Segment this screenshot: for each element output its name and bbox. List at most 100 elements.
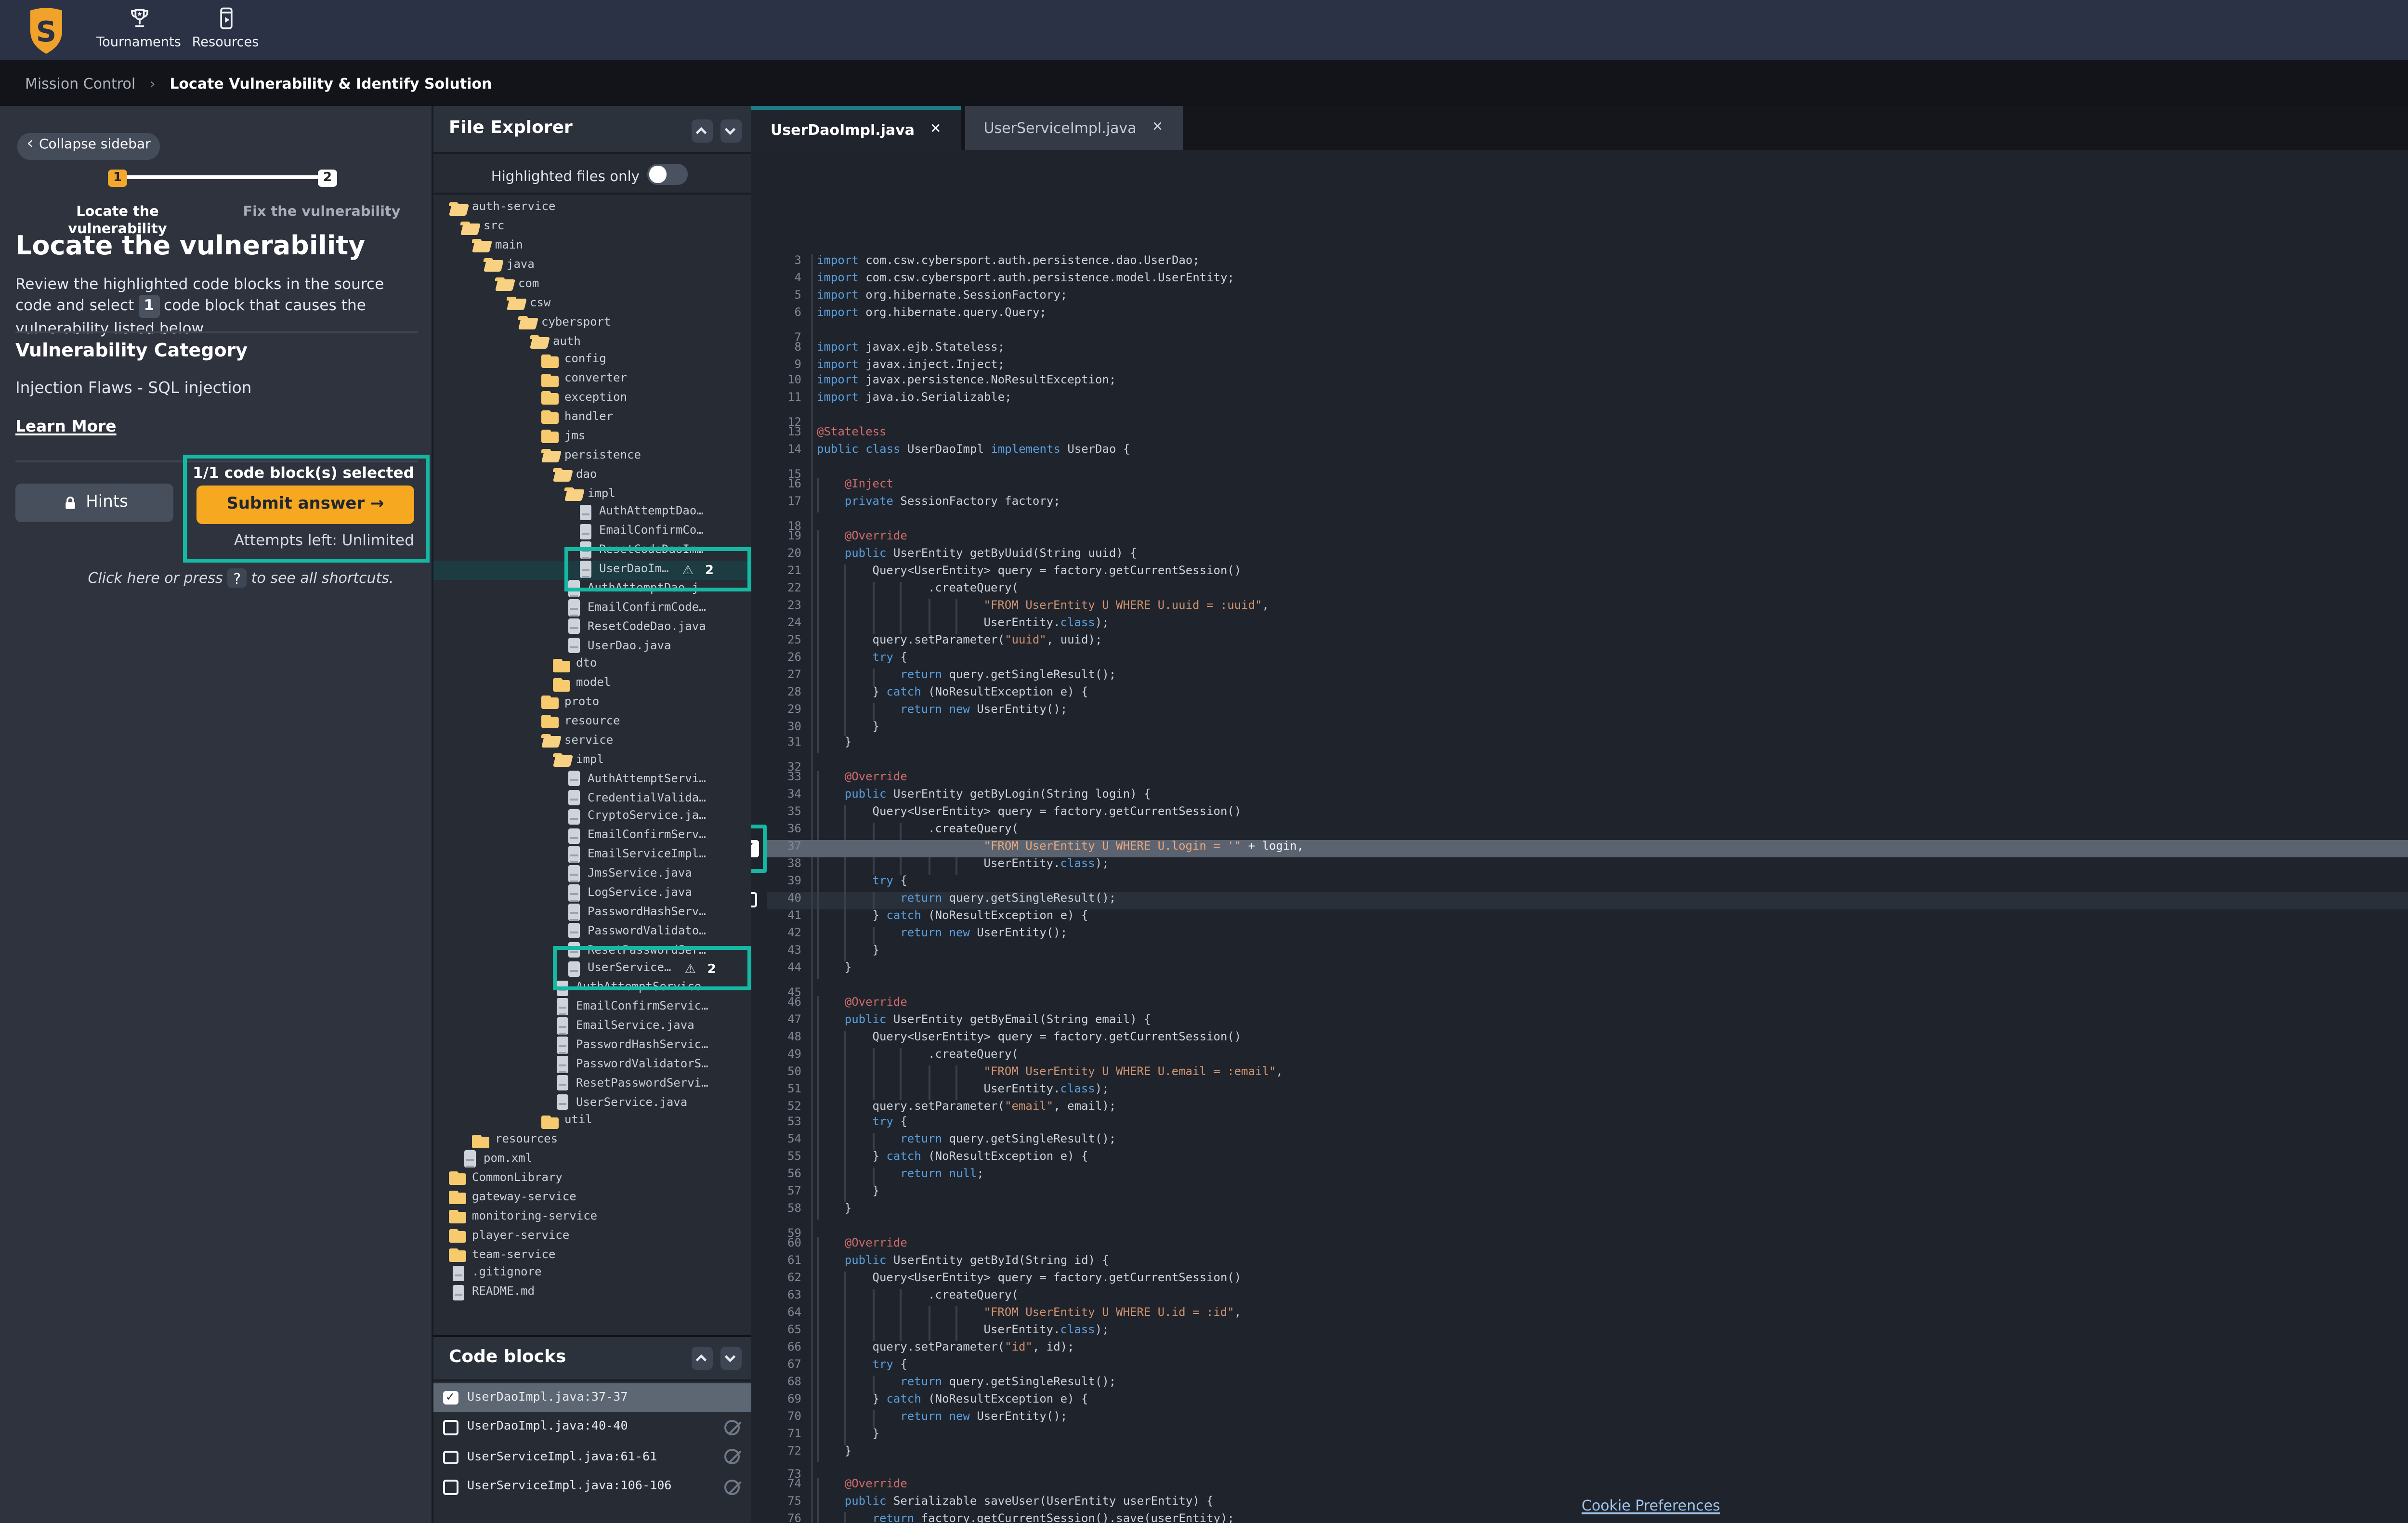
folder-icon — [449, 1190, 466, 1205]
tree-item-service[interactable]: service — [433, 731, 751, 750]
tree-item-resetpasswordservi-[interactable]: ResetPasswordServi… — [433, 1074, 751, 1093]
tree-item-resources[interactable]: resources — [433, 1131, 751, 1150]
tree-item-authattemptdao-[interactable]: AuthAttemptDao… — [433, 503, 751, 522]
scroll-down-button[interactable] — [720, 119, 742, 142]
tree-item-commonlibrary[interactable]: CommonLibrary — [433, 1169, 751, 1188]
tree-item-config[interactable]: config — [433, 351, 751, 370]
tree-item-emailconfirmservic-[interactable]: EmailConfirmServic… — [433, 998, 751, 1017]
tree-item-resetpasswordser-[interactable]: ResetPasswordSer… — [433, 941, 751, 960]
scroll-up-button[interactable] — [691, 1347, 713, 1369]
hints-button[interactable]: Hints — [15, 484, 173, 522]
folder-icon — [449, 1171, 466, 1185]
tree-item-authattemptdao-j-[interactable]: AuthAttemptDao.j… — [433, 579, 751, 598]
tree-item-logservice-java[interactable]: LogService.java — [433, 883, 751, 903]
tree-item-passwordvalidato-[interactable]: PasswordValidato… — [433, 921, 751, 941]
tree-item-team-service[interactable]: team-service — [433, 1245, 751, 1264]
tree-item-authattemptservice-[interactable]: AuthAttemptService… — [433, 979, 751, 998]
brand-logo-icon[interactable]: S — [25, 5, 67, 55]
tree-item-resetcodedaoim-[interactable]: ResetCodeDaoIm… — [433, 541, 751, 560]
chevron-left-icon: ‹ — [26, 135, 33, 154]
code-line-69: 69} catch (NoResultException e) { — [751, 1392, 2408, 1410]
tree-item-persistence[interactable]: persistence — [433, 446, 751, 465]
tree-item-model[interactable]: model — [433, 674, 751, 694]
folder-open-icon — [495, 277, 512, 291]
breadcrumb-mission-control[interactable]: Mission Control — [25, 74, 135, 92]
tree-item-auth[interactable]: auth — [433, 332, 751, 351]
tree-item-com[interactable]: com — [433, 275, 751, 294]
tree-item-emailserviceimpl-[interactable]: EmailServiceImpl… — [433, 845, 751, 865]
tree-item-auth-service[interactable]: auth-service — [433, 198, 751, 218]
close-icon[interactable]: ✕ — [1152, 120, 1164, 135]
tree-item-util[interactable]: util — [433, 1112, 751, 1131]
tree-item-cryptoservice-ja-[interactable]: CryptoService.ja… — [433, 807, 751, 827]
file-icon — [553, 1000, 570, 1014]
tree-item-pom-xml[interactable]: pom.xml — [433, 1150, 751, 1169]
learn-more-link[interactable]: Learn More — [15, 416, 117, 435]
tree-item-credentialvalida-[interactable]: CredentialValida… — [433, 788, 751, 808]
tree-item-gateway-service[interactable]: gateway-service — [433, 1188, 751, 1207]
code-block-item[interactable]: UserServiceImpl.java:61-61 — [433, 1442, 751, 1472]
highlighted-files-toggle[interactable] — [647, 164, 688, 184]
line-number: 66 — [751, 1340, 801, 1358]
tree-item-handler[interactable]: handler — [433, 408, 751, 427]
tab-userdaoimpl[interactable]: UserDaoImpl.java ✕ — [751, 106, 961, 149]
tree-item-java[interactable]: java — [433, 256, 751, 275]
tree-item-dao[interactable]: dao — [433, 465, 751, 484]
tree-item-userservice-java[interactable]: UserService.java — [433, 1093, 751, 1112]
folder-icon — [541, 372, 559, 386]
tree-item-src[interactable]: src — [433, 218, 751, 237]
line-number: 43 — [751, 944, 801, 961]
checkbox-unchecked[interactable] — [443, 1420, 458, 1434]
tree-item-player-service[interactable]: player-service — [433, 1226, 751, 1245]
shortcuts-hint[interactable]: Click here or press ? to see all shortcu… — [54, 568, 428, 588]
tree-item-jmsservice-java[interactable]: JmsService.java — [433, 865, 751, 884]
tree-item-cybersport[interactable]: cybersport — [433, 313, 751, 332]
tree-item-userservice-[interactable]: UserService…⚠2 — [433, 959, 751, 979]
cookie-preferences-link[interactable]: Cookie Preferences — [1582, 1497, 1720, 1514]
close-icon[interactable]: ✕ — [930, 122, 942, 137]
tree-item-impl[interactable]: impl — [433, 484, 751, 503]
tree-item-impl[interactable]: impl — [433, 750, 751, 770]
tree-item-resetcodedao-java[interactable]: ResetCodeDao.java — [433, 617, 751, 636]
tree-item-userdao-java[interactable]: UserDao.java — [433, 636, 751, 656]
scroll-down-button[interactable] — [720, 1347, 742, 1369]
tree-item-passwordvalidators-[interactable]: PasswordValidatorS… — [433, 1055, 751, 1074]
tree-item-exception[interactable]: exception — [433, 389, 751, 408]
code-block-item[interactable]: ✓UserDaoImpl.java:37-37 — [433, 1382, 751, 1412]
scroll-up-button[interactable] — [691, 119, 713, 142]
tree-item-resource[interactable]: resource — [433, 712, 751, 732]
tree-item-passwordhashservic-[interactable]: PasswordHashServic… — [433, 1036, 751, 1055]
tree-item-converter[interactable]: converter — [433, 370, 751, 389]
tree-item-main[interactable]: main — [433, 236, 751, 256]
tree-item-readme-md[interactable]: README.md — [433, 1283, 751, 1302]
checkbox-checked[interactable]: ✓ — [443, 1390, 458, 1405]
tree-item-proto[interactable]: proto — [433, 693, 751, 712]
tree-item-jms[interactable]: jms — [433, 427, 751, 446]
tree-item-csw[interactable]: csw — [433, 294, 751, 313]
code-line-76: 76return factory.getCurrentSession().sav… — [751, 1513, 2408, 1523]
nav-tournaments[interactable]: Tournaments — [94, 6, 183, 49]
checkbox-unchecked[interactable] — [443, 1480, 458, 1494]
tree-item-authattemptservi-[interactable]: AuthAttemptServi… — [433, 769, 751, 788]
code-line-49: 49.createQuery( — [751, 1048, 2408, 1065]
tree-item-dto[interactable]: dto — [433, 655, 751, 674]
submit-answer-button[interactable]: Submit answer → — [196, 485, 414, 523]
tree-item-label: pom.xml — [484, 1153, 532, 1166]
tree-item-emailconfirmcode-[interactable]: EmailConfirmCode… — [433, 598, 751, 617]
checkbox-unchecked[interactable] — [443, 1450, 458, 1464]
code-block-item[interactable]: UserServiceImpl.java:106-106 — [433, 1472, 751, 1502]
collapse-sidebar-button[interactable]: ‹Collapse sidebar — [17, 133, 160, 159]
tree-item-label: handler — [564, 410, 613, 424]
tab-userserviceimpl[interactable]: UserServiceImpl.java ✕ — [965, 106, 1183, 149]
file-icon — [553, 1095, 570, 1109]
tree-item--gitignore[interactable]: .gitignore — [433, 1264, 751, 1283]
tree-item-passwordhashserv-[interactable]: PasswordHashServ… — [433, 903, 751, 922]
tree-item-userdaoim-[interactable]: UserDaoIm…⚠2 — [433, 560, 751, 579]
tree-item-emailconfirmco-[interactable]: EmailConfirmCo… — [433, 522, 751, 541]
tree-item-emailservice-java[interactable]: EmailService.java — [433, 1017, 751, 1036]
tree-item-emailconfirmserv-[interactable]: EmailConfirmServ… — [433, 827, 751, 846]
code-line-16: 16@Inject — [751, 478, 2408, 496]
nav-resources[interactable]: Resources — [181, 6, 270, 49]
tree-item-monitoring-service[interactable]: monitoring-service — [433, 1207, 751, 1226]
code-block-item[interactable]: UserDaoImpl.java:40-40 — [433, 1412, 751, 1442]
